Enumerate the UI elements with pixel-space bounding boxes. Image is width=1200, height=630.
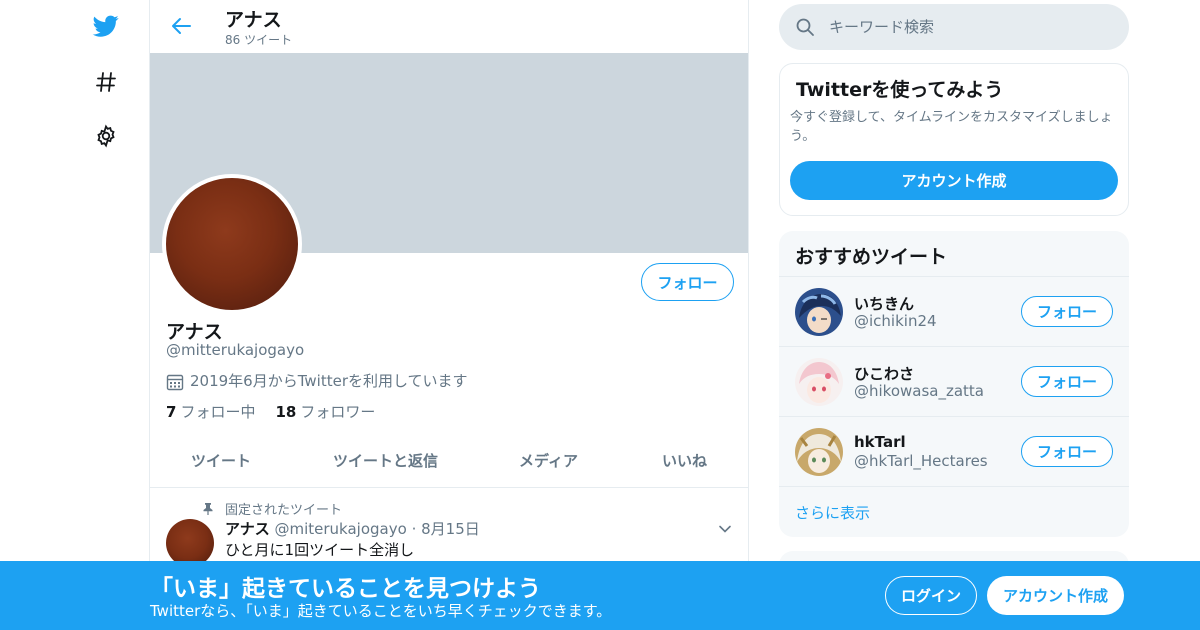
signup-card: Twitterを使ってみよう 今すぐ登録して、タイムラインをカスタマイズしましょ… (779, 63, 1129, 216)
following-label: フォロー中 (180, 403, 256, 421)
tweet-author[interactable]: アナス (225, 520, 270, 538)
recommended-card: おすすめツイート いちきん @ichikin24 フォロー ひこわさ @hiko… (779, 231, 1129, 537)
tab-tweets[interactable]: ツイート (191, 450, 251, 471)
bottom-bar-subtitle: Twitterなら、「いま」起きていることをいち早くチェックできます。 (150, 602, 612, 620)
chevron-down-icon[interactable] (718, 521, 732, 535)
profile-name: アナス (166, 321, 223, 343)
joined-date: 2019年6月からTwitterを利用しています (190, 372, 468, 390)
back-arrow-icon[interactable] (170, 14, 194, 38)
show-more-row[interactable]: さらに表示 (779, 486, 1129, 537)
user-name[interactable]: いちきん (854, 293, 914, 314)
user-handle: @ichikin24 (854, 312, 937, 330)
recommended-user[interactable]: いちきん @ichikin24 フォロー (779, 276, 1129, 346)
user-name[interactable]: hkTarl (854, 433, 906, 451)
following-link[interactable]: 7 フォロー中 (166, 401, 255, 422)
tweet-header: アナス @miterukajogayo · 8月15日 (225, 518, 480, 539)
follow-button[interactable]: フォロー (1021, 296, 1113, 327)
followers-count: 18 (275, 403, 297, 421)
calendar-icon (166, 373, 184, 391)
profile-avatar[interactable] (162, 174, 302, 314)
bottom-create-account-button[interactable]: アカウント作成 (987, 576, 1124, 615)
followers-link[interactable]: 18 フォロワー (275, 401, 375, 422)
bottom-signup-bar: 「いま」起きていることを見つけよう Twitterなら、「いま」起きていることを… (0, 561, 1200, 630)
tweet-dot: · (411, 520, 417, 538)
pin-icon (201, 501, 215, 515)
search-input[interactable] (829, 4, 1109, 50)
tab-likes[interactable]: いいね (662, 450, 707, 471)
follow-stats: 7 フォロー中 18 フォロワー (166, 401, 375, 422)
login-button[interactable]: ログイン (885, 576, 977, 615)
search-icon (795, 17, 815, 37)
header-title: アナス (225, 9, 282, 31)
user-handle: @hkTarl_Hectares (854, 452, 988, 470)
profile-header: アナス 86 ツイート (150, 0, 748, 53)
user-name[interactable]: ひこわさ (854, 363, 914, 384)
follow-button[interactable]: フォロー (1021, 366, 1113, 397)
pinned-label: 固定されたツイート (225, 503, 343, 518)
tweet-count: 86 ツイート (225, 33, 293, 47)
follow-button[interactable]: フォロー (1021, 436, 1113, 467)
follow-button[interactable]: フォロー (641, 263, 734, 301)
tweet-handle: @miterukajogayo (274, 520, 407, 538)
tweet-avatar[interactable] (166, 519, 214, 567)
profile-column: アナス 86 ツイート フォロー アナス @mitterukajogayo 20… (149, 0, 749, 630)
followers-label: フォロワー (300, 403, 376, 421)
left-nav (0, 0, 150, 630)
user-avatar[interactable] (795, 358, 843, 406)
following-count: 7 (166, 403, 177, 421)
tweet-text: ひと月に1回ツイート全消し (225, 541, 415, 559)
gear-icon[interactable] (90, 120, 122, 152)
recommended-user[interactable]: hkTarl @hkTarl_Hectares フォロー (779, 416, 1129, 486)
twitter-bird-icon[interactable] (90, 10, 122, 42)
recommended-title: おすすめツイート (795, 246, 948, 268)
recommended-user[interactable]: ひこわさ @hikowasa_zatta フォロー (779, 346, 1129, 416)
create-account-button[interactable]: アカウント作成 (790, 161, 1118, 200)
hashtag-icon[interactable] (90, 66, 122, 98)
tab-tweets-replies[interactable]: ツイートと返信 (333, 450, 438, 471)
tweet-date[interactable]: 8月15日 (421, 520, 480, 538)
search-bar (779, 4, 1129, 50)
bottom-bar-title: 「いま」起きていることを見つけよう (150, 576, 541, 602)
profile-handle: @mitterukajogayo (166, 341, 305, 359)
user-handle: @hikowasa_zatta (854, 382, 984, 400)
signup-title: Twitterを使ってみよう (796, 79, 1004, 101)
profile-tabs: ツイート ツイートと返信 メディア いいね (150, 433, 748, 488)
signup-description: 今すぐ登録して、タイムラインをカスタマイズしましょう。 (790, 110, 1113, 144)
user-avatar[interactable] (795, 428, 843, 476)
tab-media[interactable]: メディア (519, 450, 578, 471)
show-more-link[interactable]: さらに表示 (795, 502, 870, 523)
user-avatar[interactable] (795, 288, 843, 336)
